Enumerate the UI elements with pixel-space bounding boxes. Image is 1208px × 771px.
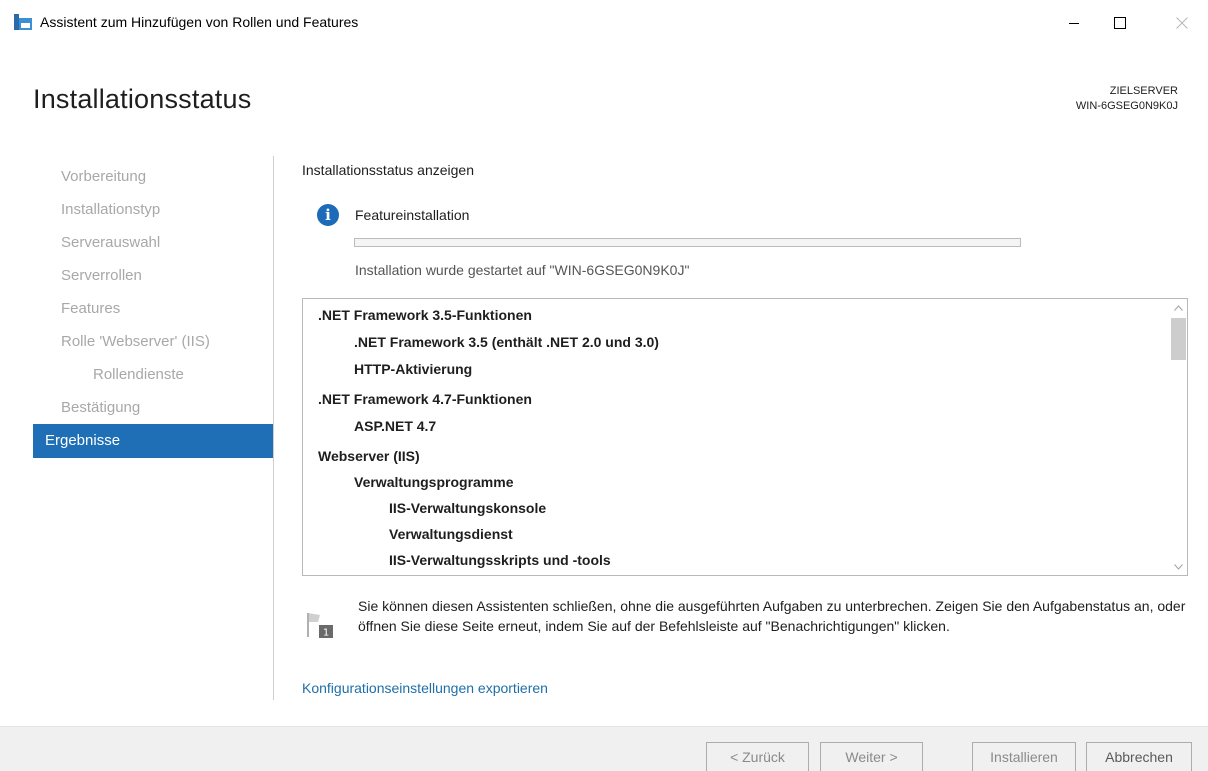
- wizard-footer: < Zurück Weiter > Installieren Abbrechen: [0, 726, 1208, 771]
- nav-item-ergebnisse[interactable]: Ergebnisse: [33, 424, 273, 458]
- target-server: ZIELSERVER WIN-6GSEG0N9K0J: [1076, 84, 1178, 114]
- target-server-name: WIN-6GSEG0N9K0J: [1075, 100, 1178, 112]
- section-label: Installationsstatus anzeigen: [302, 162, 474, 178]
- installation-started-note: Installation wurde gestartet auf "WIN-6G…: [355, 262, 690, 278]
- close-button[interactable]: [1160, 6, 1204, 40]
- minimize-button[interactable]: [1052, 6, 1096, 40]
- feature-row: .NET Framework 3.5-Funktionen: [318, 307, 532, 323]
- info-icon: i: [317, 204, 339, 226]
- feature-row: IIS-Verwaltungskonsole: [389, 500, 547, 516]
- minimize-icon: [1069, 23, 1079, 24]
- scroll-up-button[interactable]: [1170, 299, 1187, 316]
- target-server-label: ZIELSERVER: [1109, 85, 1178, 97]
- page-title: Installationsstatus: [33, 84, 252, 114]
- window-title: Assistent zum Hinzufügen von Rollen und …: [40, 14, 359, 30]
- feature-list-scrollbar[interactable]: [1170, 299, 1187, 575]
- install-button[interactable]: Installieren: [972, 742, 1076, 771]
- next-button[interactable]: Weiter >: [820, 742, 923, 771]
- nav-item-features: Features: [61, 300, 121, 317]
- notice-text: Sie können diesen Assistenten schließen,…: [358, 598, 1186, 634]
- close-icon: [1176, 17, 1188, 29]
- nav-item-serverauswahl: Serverauswahl: [61, 234, 161, 251]
- notification-badge-count: 1: [323, 628, 329, 639]
- maximize-icon: [1114, 17, 1126, 29]
- maximize-button[interactable]: [1098, 6, 1142, 40]
- cancel-button[interactable]: Abbrechen: [1086, 742, 1192, 771]
- nav-item-installationstyp: Installationstyp: [61, 201, 161, 218]
- feature-row: ASP.NET 4.7: [354, 418, 437, 434]
- feature-row: .NET Framework 3.5 (enthält .NET 2.0 und…: [354, 334, 659, 350]
- server-manager-icon: [14, 14, 32, 30]
- scroll-thumb[interactable]: [1171, 318, 1186, 360]
- export-settings-link[interactable]: Konfigurationseinstellungen exportieren: [302, 680, 548, 696]
- scroll-down-button[interactable]: [1170, 558, 1187, 575]
- title-bar: Assistent zum Hinzufügen von Rollen und …: [0, 0, 1208, 48]
- nav-divider: [273, 156, 274, 700]
- back-button[interactable]: < Zurück: [706, 742, 809, 771]
- nav-item-vorbereitung: Vorbereitung: [61, 168, 147, 185]
- nav-item-serverrollen: Serverrollen: [61, 267, 142, 284]
- nav-item-rolle-webserver: Rolle 'Webserver' (IIS): [61, 333, 210, 350]
- feature-row: Verwaltungsprogramme: [354, 474, 514, 490]
- feature-row: Verwaltungsdienst: [389, 526, 513, 542]
- chevron-up-icon: [1174, 304, 1183, 311]
- feature-row: .NET Framework 4.7-Funktionen: [318, 391, 532, 407]
- feature-installation-label: Featureinstallation: [355, 207, 470, 223]
- notification-flag-icon: 1: [307, 613, 333, 639]
- feature-row: HTTP-Aktivierung: [354, 361, 473, 377]
- installation-progress-bar: [354, 238, 1021, 247]
- feature-row: Webserver (IIS): [318, 448, 420, 464]
- nav-item-bestaetigung: Bestätigung: [61, 399, 141, 416]
- feature-row: IIS-Verwaltungsskripts und -tools: [389, 552, 611, 568]
- nav-item-rollendienste: Rollendienste: [93, 366, 184, 383]
- wizard-nav: Vorbereitung Installationstyp Serverausw…: [33, 160, 273, 458]
- chevron-down-icon: [1174, 563, 1183, 570]
- feature-list[interactable]: .NET Framework 3.5-Funktionen .NET Frame…: [302, 298, 1188, 576]
